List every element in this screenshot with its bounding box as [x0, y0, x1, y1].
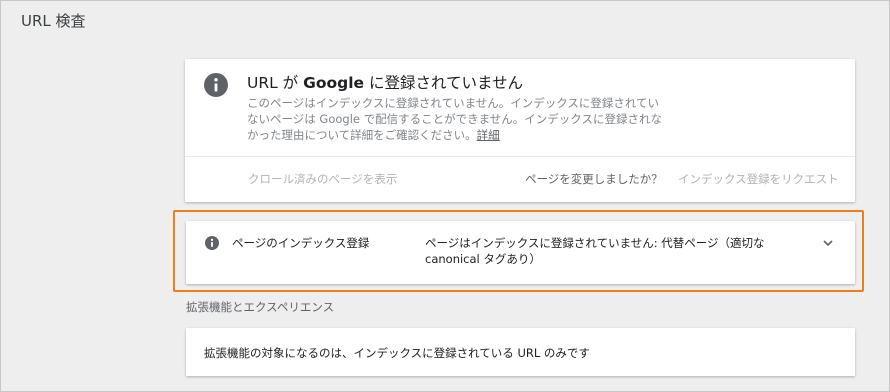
chevron-down-icon[interactable] — [822, 238, 834, 248]
status-title: URL が Google に登録されていません — [247, 74, 524, 92]
view-crawled-page-button[interactable]: クロール済みのページを表示 — [248, 171, 397, 187]
page-title: URL 検査 — [21, 12, 86, 30]
enhancements-section-label: 拡張機能とエクスペリエンス — [186, 300, 335, 314]
page-changed-prompt: ページを変更しましたか？ — [525, 172, 663, 186]
learn-more-link[interactable]: 詳細 — [477, 128, 500, 142]
enhancements-message: 拡張機能の対象になるのは、インデックスに登録されている URL のみです — [204, 346, 590, 360]
info-icon — [205, 236, 219, 250]
url-inspection-panel: URL 検査 URL が Google に登録されていません このページはインデ… — [0, 0, 890, 392]
enhancements-card: 拡張機能の対象になるのは、インデックスに登録されている URL のみです — [186, 328, 855, 376]
page-indexing-status: ページはインデックスに登録されていません: 代替ページ（適切な canonica… — [425, 236, 765, 266]
status-description: このページはインデックスに登録されていません。インデックスに登録されてい ないペ… — [247, 96, 662, 142]
page-indexing-card[interactable]: ページのインデックス登録 ページはインデックスに登録されていません: 代替ページ… — [186, 221, 855, 284]
page-indexing-label: ページのインデックス登録 — [232, 236, 370, 250]
request-indexing-button[interactable]: インデックス登録をリクエスト — [678, 171, 839, 187]
info-icon — [204, 73, 228, 97]
divider — [185, 156, 855, 157]
index-status-card: URL が Google に登録されていません このページはインデックスに登録さ… — [185, 59, 855, 202]
